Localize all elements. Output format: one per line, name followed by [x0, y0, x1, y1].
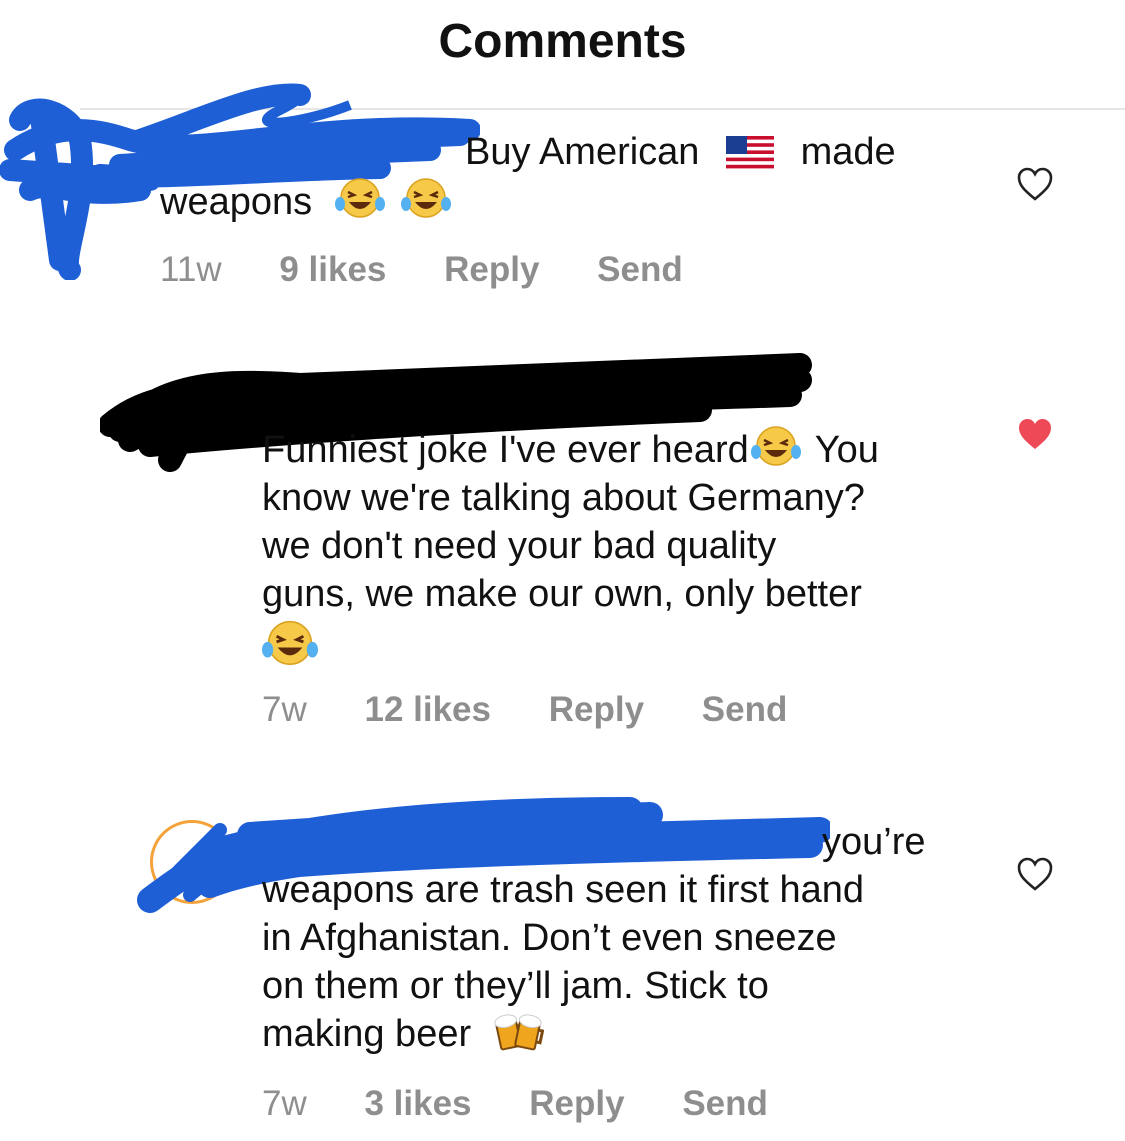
comment-text-line: making beer — [262, 1010, 982, 1058]
comment-text: you’re weapons are trash seen it first h… — [262, 818, 982, 1058]
comment-meta: 7w 3 likes Reply Send — [262, 1084, 816, 1124]
comment-text-line: on them or they’ll jam. Stick to — [262, 965, 769, 1007]
send-button[interactable]: Send — [682, 1084, 768, 1124]
reply-button[interactable]: Reply — [529, 1084, 624, 1124]
comment-text-part: making beer — [262, 1013, 472, 1055]
comment-age: 7w — [262, 1084, 307, 1123]
likes-count[interactable]: 3 likes — [364, 1084, 471, 1124]
comment-text-line: you’re — [822, 821, 926, 863]
comment-item: you’re weapons are trash seen it first h… — [0, 0, 1125, 1141]
beer-mugs-icon — [494, 1014, 544, 1051]
heart-outline-icon[interactable] — [1016, 856, 1054, 892]
comment-text-line: in Afghanistan. Don’t even sneeze — [262, 917, 837, 959]
comment-text-line: weapons are trash seen it first hand — [262, 869, 865, 911]
